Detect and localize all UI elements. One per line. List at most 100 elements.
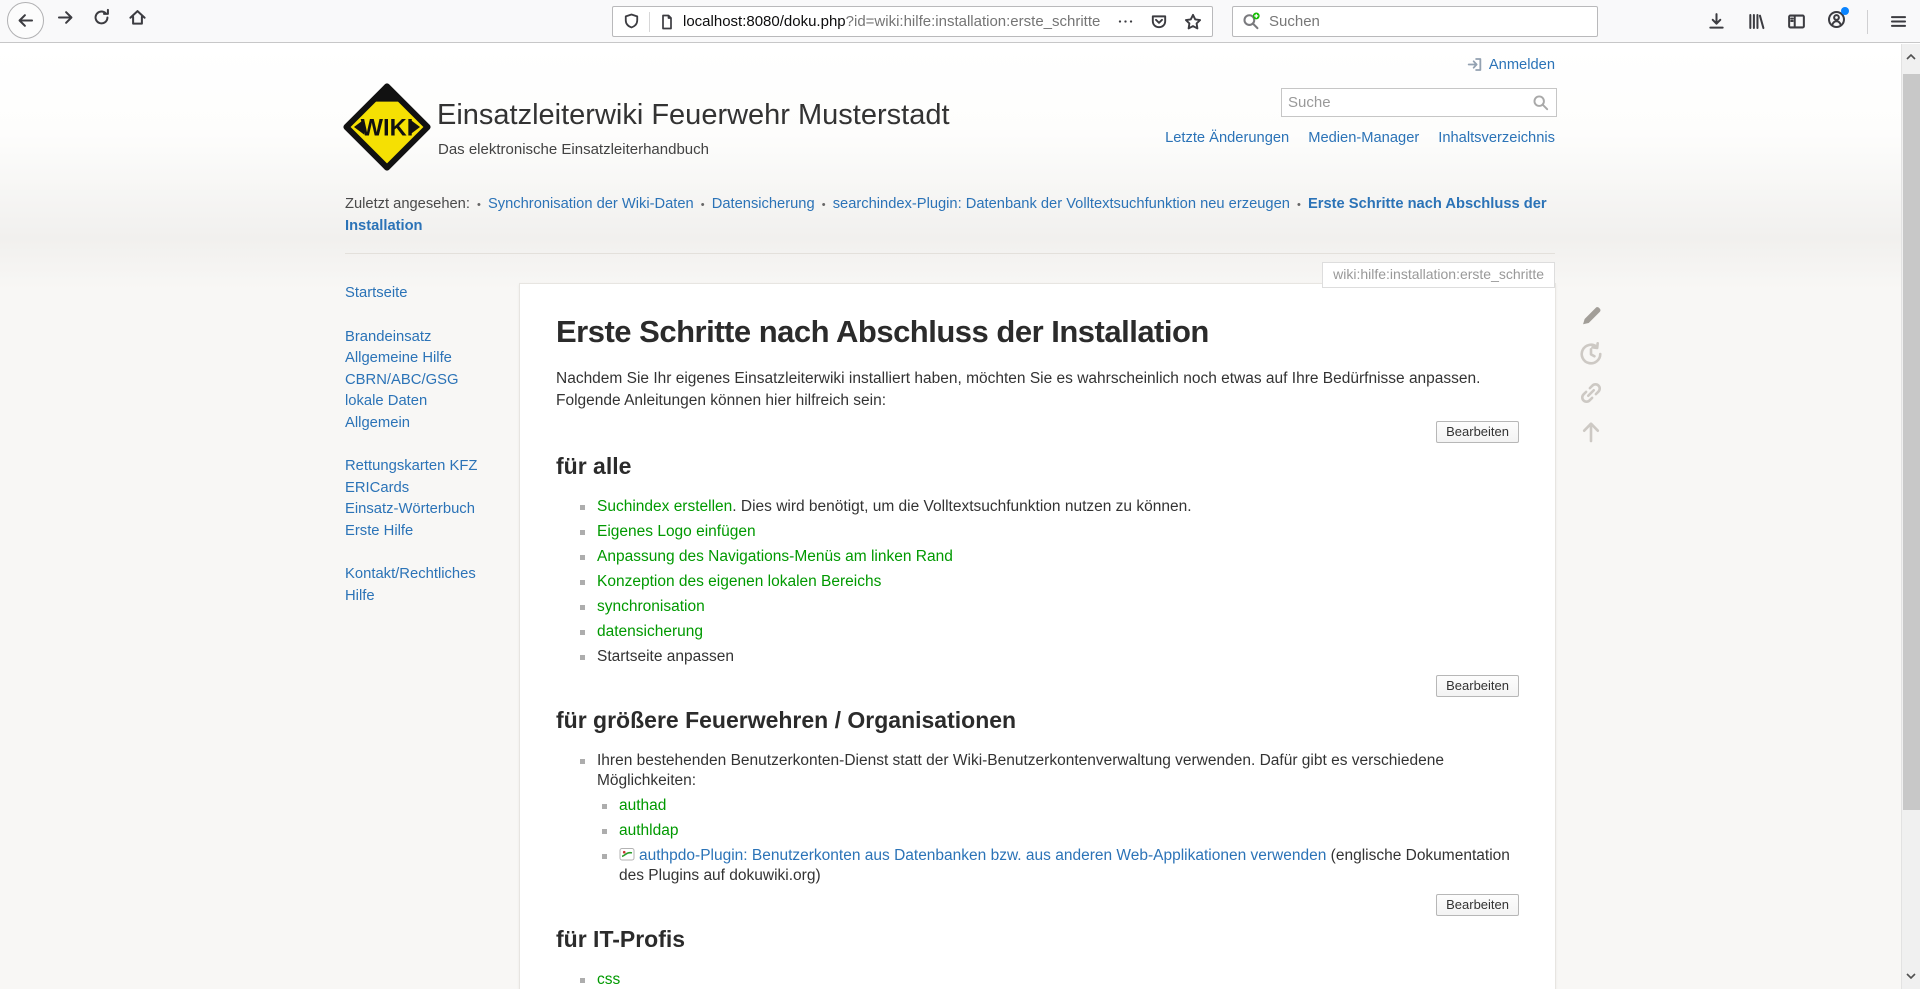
list-organisationen: Ihren bestehenden Benutzerkonten-Dienst … (580, 751, 1519, 887)
sidebars-icon[interactable] (1787, 12, 1806, 31)
sidebar-item-ericards[interactable]: ERICards (345, 478, 505, 500)
link-authldap[interactable]: authldap (619, 822, 678, 839)
screen: localhost:8080/doku.php?id=wiki:hilfe:in… (0, 0, 1920, 989)
link-suchindex[interactable]: Suchindex erstellen (597, 498, 732, 515)
sidebar-item-allgemein[interactable]: Allgemein (345, 413, 505, 435)
home-button[interactable] (128, 8, 147, 27)
list-fuer-alle: Suchindex erstellen. Dies wird benötigt,… (580, 497, 1519, 668)
browser-search-bar[interactable] (1232, 6, 1598, 37)
sidebar-item-allgemeine-hilfe[interactable]: Allgemeine Hilfe (345, 348, 505, 370)
page-info-icon[interactable] (659, 14, 675, 30)
interwiki-dokuwiki-icon (619, 846, 635, 862)
list-item: Ihren bestehenden Benutzerkonten-Dienst … (580, 751, 1519, 887)
edit-section-button[interactable]: Bearbeiten (1436, 894, 1519, 916)
site-title[interactable]: Einsatzleiterwiki Feuerwehr Musterstadt (437, 99, 950, 132)
link-lokaler-bereich[interactable]: Konzeption des eigenen lokalen Bereichs (597, 573, 881, 590)
wiki-search-input[interactable] (1282, 94, 1532, 111)
sidebar-item-woerterbuch[interactable]: Einsatz-Wörterbuch (345, 499, 505, 521)
list-item-text: . Dies wird benötigt, um die Volltextsuc… (732, 498, 1191, 515)
list-item: authad (602, 796, 1519, 817)
login-link[interactable]: Anmelden (1466, 56, 1555, 73)
library-icon[interactable] (1747, 12, 1766, 31)
sidebar-item-kontakt[interactable]: Kontakt/Rechtliches (345, 564, 505, 586)
nav-inhaltsverzeichnis[interactable]: Inhaltsverzeichnis (1438, 130, 1555, 146)
list-item: Anpassung des Navigations-Menüs am linke… (580, 547, 1519, 568)
browser-scrollbar[interactable] (1901, 44, 1920, 989)
site-tools-nav: Letzte Änderungen Medien-Manager Inhalts… (1165, 130, 1555, 146)
edit-section-button[interactable]: Bearbeiten (1436, 421, 1519, 443)
breadcrumb-item[interactable]: Datensicherung (712, 196, 815, 212)
edit-section-button[interactable]: Bearbeiten (1436, 675, 1519, 697)
sidebar-item-startseite[interactable]: Startseite (345, 283, 505, 305)
list-item-text: Startseite anpassen (597, 648, 734, 665)
sidebar-item-cbrn[interactable]: CBRN/ABC/GSG (345, 370, 505, 392)
link-css[interactable]: css (597, 971, 620, 988)
browser-search-input[interactable] (1269, 13, 1588, 30)
downloads-icon[interactable] (1707, 12, 1726, 31)
link-synchronisation[interactable]: synchronisation (597, 598, 705, 615)
link-navigation-anpassung[interactable]: Anpassung des Navigations-Menüs am linke… (597, 548, 953, 565)
login-icon (1466, 56, 1483, 73)
sidebar-item-brandeinsatz[interactable]: Brandeinsatz (345, 327, 505, 349)
account-notification-dot (1841, 7, 1849, 15)
nav-letzte-aenderungen[interactable]: Letzte Änderungen (1165, 130, 1289, 146)
wiki-logo[interactable]: WIKI (343, 82, 431, 172)
pocket-icon[interactable] (1150, 13, 1168, 31)
breadcrumb: Zuletzt angesehen: • Synchronisation der… (345, 194, 1555, 254)
list-item: authpdo-Plugin: Benutzerkonten aus Daten… (602, 846, 1519, 887)
search-engine-icon (1242, 12, 1261, 31)
menu-hamburger-icon[interactable] (1889, 12, 1908, 31)
list-item: Eigenes Logo einfügen (580, 522, 1519, 543)
backlinks-tool[interactable] (1572, 380, 1610, 406)
old-revisions-tool[interactable] (1572, 341, 1610, 367)
content-panel: wiki:hilfe:installation:erste_schritte E… (519, 283, 1556, 989)
sidebar-item-hilfe[interactable]: Hilfe (345, 586, 505, 608)
bookmark-star-icon[interactable] (1184, 13, 1202, 31)
login-label: Anmelden (1489, 57, 1555, 73)
list-item: Suchindex erstellen. Dies wird benötigt,… (580, 497, 1519, 518)
reload-button[interactable] (92, 8, 111, 27)
intro-paragraph: Nachdem Sie Ihr eigenes Einsatzleiterwik… (556, 368, 1519, 411)
home-icon (128, 8, 147, 27)
breadcrumb-label: Zuletzt angesehen: (345, 196, 470, 212)
account-button[interactable] (1827, 10, 1846, 34)
sidebar-item-lokale-daten[interactable]: lokale Daten (345, 391, 505, 413)
back-button[interactable] (7, 2, 44, 39)
list-item: authldap (602, 821, 1519, 842)
page-viewport: WIKI Einsatzleiterwiki Feuerwehr Musters… (0, 44, 1920, 989)
back-icon (16, 11, 35, 30)
wiki-search-icon[interactable] (1532, 94, 1550, 112)
page-actions-dots-icon[interactable] (1117, 13, 1134, 30)
scrollbar-thumb[interactable] (1903, 74, 1920, 810)
urlbar-divider (649, 12, 650, 32)
back-to-top-tool[interactable] (1572, 419, 1610, 445)
forward-button[interactable] (56, 8, 75, 27)
history-icon (1578, 341, 1604, 367)
breadcrumb-item[interactable]: searchindex-Plugin: Datenbank der Vollte… (833, 196, 1290, 212)
url-text[interactable]: localhost:8080/doku.php?id=wiki:hilfe:in… (683, 13, 1109, 30)
sidebar-item-erste-hilfe[interactable]: Erste Hilfe (345, 521, 505, 543)
section-heading-fuer-alle: für alle (556, 453, 1519, 480)
toolbar-divider (1867, 10, 1868, 34)
url-bar[interactable]: localhost:8080/doku.php?id=wiki:hilfe:in… (612, 6, 1213, 37)
edit-page-tool[interactable] (1572, 302, 1610, 328)
scrollbar-down-arrow[interactable] (1902, 967, 1920, 985)
list-it-profis: css (580, 970, 1519, 989)
scrollbar-up-arrow[interactable] (1902, 48, 1920, 66)
pencil-icon (1579, 303, 1604, 328)
link-eigenes-logo[interactable]: Eigenes Logo einfügen (597, 523, 756, 540)
tracking-protection-shield-icon[interactable] (623, 13, 640, 30)
section-heading-it-profis: für IT-Profis (556, 926, 1519, 953)
link-authad[interactable]: authad (619, 797, 666, 814)
browser-toolbar: localhost:8080/doku.php?id=wiki:hilfe:in… (0, 0, 1920, 43)
link-datensicherung[interactable]: datensicherung (597, 623, 703, 640)
page-title: Erste Schritte nach Abschluss der Instal… (556, 314, 1519, 350)
breadcrumb-item[interactable]: Synchronisation der Wiki-Daten (488, 196, 694, 212)
link-authpdo-plugin[interactable]: authpdo-Plugin: Benutzerkonten aus Daten… (639, 847, 1326, 864)
arrow-up-icon (1578, 419, 1604, 445)
list-item-text: Ihren bestehenden Benutzerkonten-Dienst … (597, 752, 1444, 790)
list-item: Startseite anpassen (580, 647, 1519, 668)
nav-medien-manager[interactable]: Medien-Manager (1308, 130, 1419, 146)
sidebar-item-rettungskarten[interactable]: Rettungskarten KFZ (345, 456, 505, 478)
wiki-search-box[interactable] (1281, 88, 1557, 117)
